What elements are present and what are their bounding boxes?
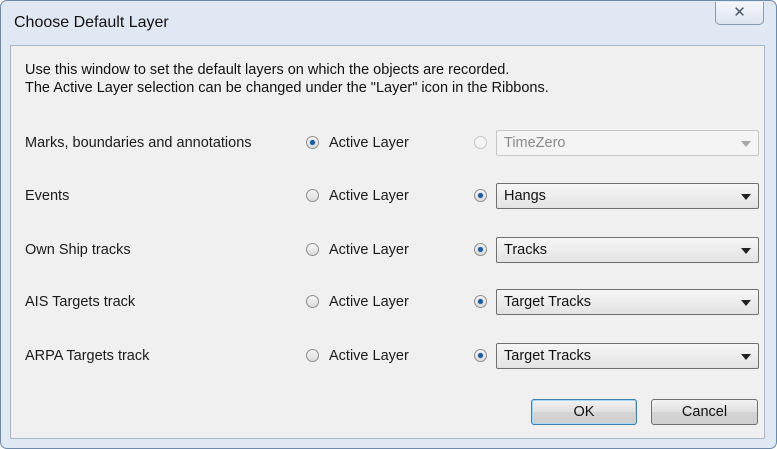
close-icon: ✕ xyxy=(733,4,746,21)
row-label: Own Ship tracks xyxy=(25,242,131,258)
layer-dropdown[interactable]: Target Tracks xyxy=(496,289,759,315)
layer-row-marks: Marks, boundaries and annotations Active… xyxy=(11,128,766,158)
layer-dropdown[interactable]: Target Tracks xyxy=(496,343,759,369)
dialog-content: Use this window to set the default layer… xyxy=(10,45,765,439)
title-bar[interactable]: Choose Default Layer ✕ xyxy=(1,1,776,45)
chevron-down-icon xyxy=(741,354,751,360)
intro-text: Use this window to set the default layer… xyxy=(25,61,549,97)
intro-line-1: Use this window to set the default layer… xyxy=(25,62,510,78)
layer-dropdown[interactable]: TimeZero xyxy=(496,130,759,156)
custom-layer-radio[interactable] xyxy=(474,243,487,256)
chevron-down-icon xyxy=(741,194,751,200)
chevron-down-icon xyxy=(741,248,751,254)
layer-dropdown-value: Tracks xyxy=(504,242,547,258)
ok-button[interactable]: OK xyxy=(531,399,637,425)
active-layer-label[interactable]: Active Layer xyxy=(329,242,409,258)
layer-row-ais: AIS Targets track Active Layer Target Tr… xyxy=(11,287,766,317)
layer-row-own-ship: Own Ship tracks Active Layer Tracks xyxy=(11,235,766,265)
custom-layer-radio[interactable] xyxy=(474,295,487,308)
active-layer-radio[interactable] xyxy=(306,136,319,149)
intro-line-2: The Active Layer selection can be change… xyxy=(25,80,549,96)
layer-dropdown-value: Hangs xyxy=(504,188,546,204)
close-button[interactable]: ✕ xyxy=(715,2,764,25)
row-label: ARPA Targets track xyxy=(25,348,150,364)
active-layer-label[interactable]: Active Layer xyxy=(329,294,409,310)
active-layer-label[interactable]: Active Layer xyxy=(329,348,409,364)
row-label: Marks, boundaries and annotations xyxy=(25,135,252,151)
dialog-window: Choose Default Layer ✕ Use this window t… xyxy=(0,0,777,449)
chevron-down-icon xyxy=(741,300,751,306)
layer-row-arpa: ARPA Targets track Active Layer Target T… xyxy=(11,341,766,371)
active-layer-radio[interactable] xyxy=(306,243,319,256)
layer-row-events: Events Active Layer Hangs xyxy=(11,181,766,211)
layer-dropdown-value: Target Tracks xyxy=(504,348,592,364)
cancel-button[interactable]: Cancel xyxy=(651,399,758,425)
layer-dropdown[interactable]: Hangs xyxy=(496,183,759,209)
active-layer-radio[interactable] xyxy=(306,295,319,308)
custom-layer-radio[interactable] xyxy=(474,136,487,149)
row-label: AIS Targets track xyxy=(25,294,136,310)
chevron-down-icon xyxy=(741,141,751,147)
custom-layer-radio[interactable] xyxy=(474,189,487,202)
row-label: Events xyxy=(25,188,70,204)
active-layer-label[interactable]: Active Layer xyxy=(329,135,409,151)
active-layer-radio[interactable] xyxy=(306,349,319,362)
custom-layer-radio[interactable] xyxy=(474,349,487,362)
window-title: Choose Default Layer xyxy=(14,14,169,31)
active-layer-label[interactable]: Active Layer xyxy=(329,188,409,204)
layer-dropdown[interactable]: Tracks xyxy=(496,237,759,263)
layer-dropdown-value: Target Tracks xyxy=(504,294,592,310)
active-layer-radio[interactable] xyxy=(306,189,319,202)
layer-dropdown-value: TimeZero xyxy=(504,135,566,151)
